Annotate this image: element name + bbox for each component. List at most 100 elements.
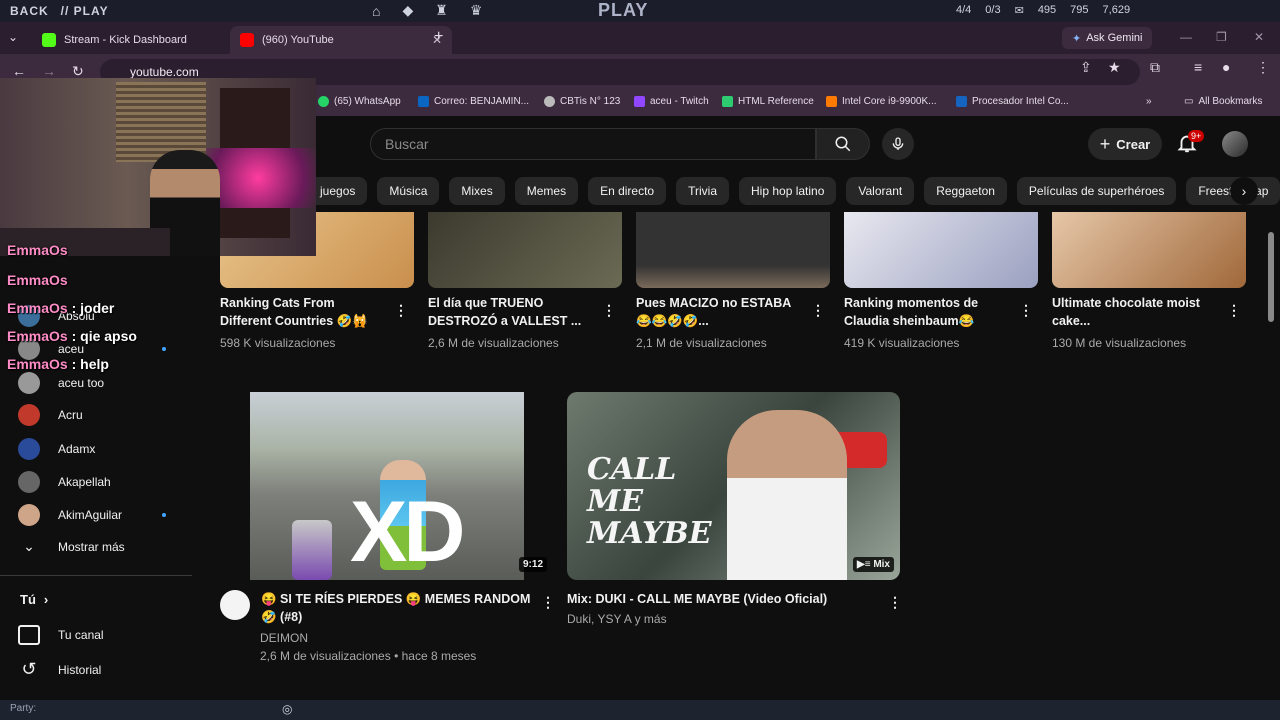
party-icon[interactable]: ◎ <box>282 702 292 716</box>
kebab-menu-icon[interactable]: ⋮ <box>1256 59 1270 76</box>
install-app-icon[interactable]: ⇪ <box>1080 59 1092 76</box>
channel-avatar-deimon[interactable] <box>220 590 250 620</box>
party-label: Party: <box>10 703 37 714</box>
chevron-down-icon: ⌄ <box>23 538 35 554</box>
back-arrow-icon[interactable]: ← <box>12 63 26 79</box>
hud-icon-2[interactable]: ◆ <box>402 2 413 19</box>
video-menu-icon[interactable]: ⋮ <box>1019 302 1033 319</box>
ask-gemini-button[interactable]: ✦ Ask Gemini <box>1062 27 1153 49</box>
video-title-line: 😝 SI TE RÍES PIERDES 😝 MEMES RANDOM <box>261 592 531 606</box>
tab-kick-dashboard[interactable]: Stream - Kick Dashboard ✕ <box>32 26 254 54</box>
video-title[interactable]: Ultimate chocolate moist cake... <box>1052 294 1222 330</box>
video-title[interactable]: Pues MACIZO no ESTABA 😂😂🤣🤣... <box>636 294 806 330</box>
video-thumbnail-duki[interactable]: CALL ME MAYBE ▶≡ Mix <box>567 392 900 580</box>
bookmark-intel-core[interactable]: Intel Core i9-9900K... <box>826 96 937 107</box>
minimize-icon[interactable]: — <box>1180 30 1192 44</box>
video-thumbnail[interactable] <box>636 212 830 288</box>
all-bookmarks-label: All Bookmarks <box>1198 96 1263 107</box>
chip-superheroes[interactable]: Películas de superhéroes <box>1016 177 1177 205</box>
url-text: youtube.com <box>130 65 199 79</box>
channel-name[interactable]: Duki, YSY A y más <box>567 612 667 626</box>
video-menu-icon[interactable]: ⋮ <box>811 302 825 319</box>
mail-icon[interactable]: ✉ <box>1015 4 1024 17</box>
chat-text: : joder <box>67 300 115 316</box>
chip-mixes[interactable]: Mixes <box>449 177 505 205</box>
video-thumbnail[interactable] <box>844 212 1038 288</box>
video-menu-icon[interactable]: ⋮ <box>602 302 616 319</box>
search-input[interactable]: Buscar <box>370 128 816 160</box>
search-button[interactable] <box>816 128 870 160</box>
chip-musica[interactable]: Música <box>377 177 440 205</box>
video-title[interactable]: Mix: DUKI - CALL ME MAYBE (Video Oficial… <box>567 590 867 608</box>
hud-icon-3[interactable]: ♜ <box>435 2 448 19</box>
window-close-icon[interactable]: ✕ <box>1254 30 1264 44</box>
profile-icon[interactable]: ● <box>1222 59 1230 75</box>
sidebar-your-channel[interactable]: Tu canal <box>18 625 104 645</box>
search-icon <box>835 136 851 152</box>
sidebar-sub-aceu-too[interactable]: aceu too <box>18 372 104 394</box>
chip-trivia[interactable]: Trivia <box>676 177 729 205</box>
maximize-icon[interactable]: ❐ <box>1216 30 1227 44</box>
page-scrollbar[interactable] <box>1268 232 1274 322</box>
account-avatar[interactable] <box>1222 131 1248 157</box>
hud-icon-1[interactable]: ⌂ <box>372 3 380 19</box>
video-thumbnail[interactable] <box>1052 212 1246 288</box>
chip-en-directo[interactable]: En directo <box>588 177 667 205</box>
bookmark-whatsapp[interactable]: (65) WhatsApp <box>318 96 401 107</box>
video-title[interactable]: Ranking Cats From Different Countries 🤣🙀 <box>220 294 390 330</box>
bookmark-correo[interactable]: Correo: BENJAMIN... <box>418 96 529 107</box>
sidebar-show-more[interactable]: ⌄ Mostrar más <box>18 538 125 555</box>
video-title[interactable]: Ranking momentos de Claudia sheinbaum😂 <box>844 294 1014 330</box>
video-menu-icon[interactable]: ⋮ <box>1227 302 1241 319</box>
bookmark-cbtis[interactable]: CBTis N° 123 <box>544 96 620 107</box>
all-bookmarks-folder[interactable]: ▭ All Bookmarks <box>1184 96 1262 107</box>
video-thumbnail[interactable] <box>428 212 622 288</box>
video-title-line: Different Countries 🤣🙀 <box>220 314 368 328</box>
tab-youtube[interactable]: (960) YouTube ✕ <box>230 26 452 54</box>
create-label: Crear <box>1116 136 1151 152</box>
sidebar-divider <box>0 575 192 576</box>
chip-hip-hop-latino[interactable]: Hip hop latino <box>739 177 837 205</box>
video-thumbnail-memes[interactable]: XD 9:12 <box>220 392 553 580</box>
sidebar-sub-akapellah[interactable]: Akapellah <box>18 471 111 493</box>
voice-search-button[interactable] <box>882 128 914 160</box>
bookmark-star-icon[interactable]: ★ <box>1108 59 1121 76</box>
extensions-icon[interactable]: ⧉ <box>1150 59 1160 76</box>
forward-arrow-icon[interactable]: → <box>42 63 56 79</box>
sidebar-sub-acru[interactable]: Acru <box>18 404 83 426</box>
video-title[interactable]: El día que TRUENO DESTROZÓ a VALLEST ... <box>428 294 598 330</box>
sidebar-you-header[interactable]: Tú › <box>20 592 48 607</box>
chip-valorant[interactable]: Valorant <box>846 177 915 205</box>
channel-name[interactable]: DEIMON <box>260 631 308 645</box>
chip-reggaeton[interactable]: Reggaeton <box>924 177 1007 205</box>
hud-icons: ⌂ ◆ ♜ ♛ <box>372 2 482 19</box>
bookmarks-overflow-icon[interactable]: » <box>1146 96 1152 107</box>
page-icon <box>956 96 967 107</box>
chip-memes[interactable]: Memes <box>514 177 579 205</box>
sidebar-history[interactable]: ↺ Historial <box>18 659 101 680</box>
video-menu-icon[interactable]: ⋮ <box>394 302 408 319</box>
video-views: 130 M de visualizaciones <box>1052 336 1187 350</box>
new-tab-plus-icon[interactable]: + <box>434 28 443 46</box>
hud-play-label[interactable]: // PLAY <box>61 4 109 18</box>
media-control-icon[interactable]: ≡ <box>1194 59 1202 75</box>
video-menu-icon[interactable]: ⋮ <box>541 594 555 611</box>
hud-icon-4[interactable]: ♛ <box>470 2 483 19</box>
tab-search-chevron-icon[interactable]: ⌄ <box>8 30 18 44</box>
bookmark-html-reference[interactable]: HTML Reference <box>722 96 814 107</box>
video-title[interactable]: 😝 SI TE RÍES PIERDES 😝 MEMES RANDOM 🤣 (#8… <box>261 590 537 626</box>
bookmark-twitch[interactable]: aceu - Twitch <box>634 96 709 107</box>
bookmark-procesador-intel[interactable]: Procesador Intel Co... <box>956 96 1069 107</box>
channel-avatar <box>18 372 40 394</box>
sidebar-sub-akimaguilar[interactable]: AkimAguilar <box>18 504 122 526</box>
sidebar-sub-adamx[interactable]: Adamx <box>18 438 95 460</box>
video-title-line: DESTROZÓ a VALLEST ... <box>428 314 582 328</box>
thumbnail-spray-can <box>292 520 332 580</box>
create-button[interactable]: + Crear <box>1088 128 1162 160</box>
chips-next-chevron-icon[interactable]: › <box>1230 177 1258 205</box>
chip-juegos[interactable]: juegos <box>308 177 368 205</box>
video-menu-icon[interactable]: ⋮ <box>888 594 902 611</box>
amazon-icon <box>826 96 837 107</box>
video-title-line: Pues MACIZO no ESTABA <box>636 296 792 310</box>
hud-back-label[interactable]: BACK <box>10 4 49 18</box>
